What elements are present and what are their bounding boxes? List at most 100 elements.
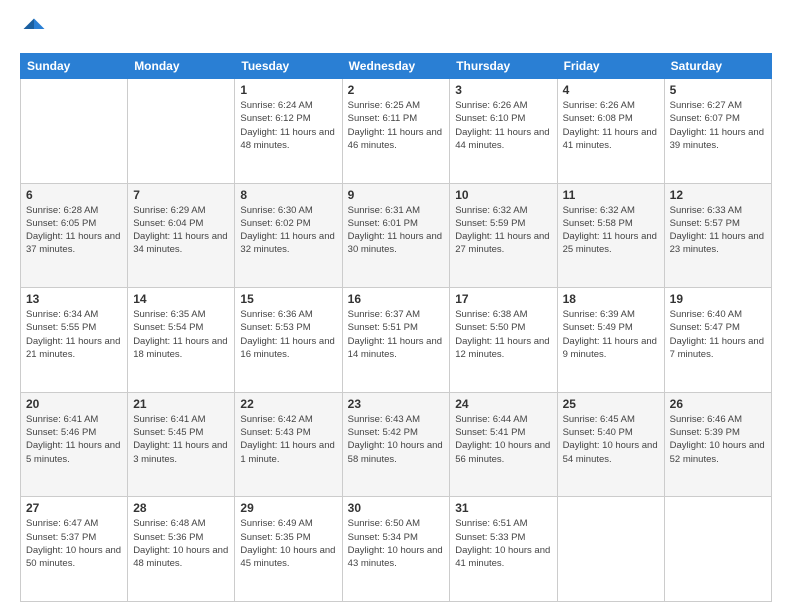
day-number: 5	[670, 83, 766, 97]
day-info: Sunrise: 6:30 AM Sunset: 6:02 PM Dayligh…	[240, 204, 336, 257]
calendar-cell: 24Sunrise: 6:44 AM Sunset: 5:41 PM Dayli…	[450, 392, 557, 497]
calendar-cell: 8 Sunrise: 6:30 AM Sunset: 6:02 PM Daylig…	[235, 183, 342, 288]
day-number: 8	[240, 188, 336, 202]
day-number: 17	[455, 292, 551, 306]
calendar-cell: 9Sunrise: 6:31 AM Sunset: 6:01 PM Daylig…	[342, 183, 450, 288]
day-info: Sunrise: 6:50 AM Sunset: 5:34 PM Dayligh…	[348, 517, 445, 570]
day-info: Sunrise: 6:38 AM Sunset: 5:50 PM Dayligh…	[455, 308, 551, 361]
day-number: 3	[455, 83, 551, 97]
day-number: 30	[348, 501, 445, 515]
calendar-cell	[664, 497, 771, 602]
day-number: 15	[240, 292, 336, 306]
day-info: Sunrise: 6:25 AM Sunset: 6:11 PM Dayligh…	[348, 99, 445, 152]
day-info: Sunrise: 6:42 AM Sunset: 5:43 PM Dayligh…	[240, 413, 336, 466]
calendar-cell: 18 Sunrise: 6:39 AM Sunset: 5:49 PM Dayli…	[557, 288, 664, 393]
day-header-thursday: Thursday	[450, 54, 557, 79]
calendar-cell: 7 Sunrise: 6:29 AM Sunset: 6:04 PM Daylig…	[128, 183, 235, 288]
day-header-saturday: Saturday	[664, 54, 771, 79]
calendar-cell: 2 Sunrise: 6:25 AM Sunset: 6:11 PM Daylig…	[342, 79, 450, 184]
header	[20, 15, 772, 43]
day-number: 16	[348, 292, 445, 306]
day-info: Sunrise: 6:37 AM Sunset: 5:51 PM Dayligh…	[348, 308, 445, 361]
calendar-week-row: 6 Sunrise: 6:28 AM Sunset: 6:05 PM Daylig…	[21, 183, 772, 288]
day-header-tuesday: Tuesday	[235, 54, 342, 79]
calendar-cell: 5 Sunrise: 6:27 AM Sunset: 6:07 PM Daylig…	[664, 79, 771, 184]
calendar-cell	[557, 497, 664, 602]
day-info: Sunrise: 6:51 AM Sunset: 5:33 PM Dayligh…	[455, 517, 551, 570]
calendar-cell: 19Sunrise: 6:40 AM Sunset: 5:47 PM Dayli…	[664, 288, 771, 393]
day-info: Sunrise: 6:24 AM Sunset: 6:12 PM Dayligh…	[240, 99, 336, 152]
calendar-week-row: 20Sunrise: 6:41 AM Sunset: 5:46 PM Dayli…	[21, 392, 772, 497]
calendar-week-row: 13Sunrise: 6:34 AM Sunset: 5:55 PM Dayli…	[21, 288, 772, 393]
day-number: 14	[133, 292, 229, 306]
calendar-cell: 29 Sunrise: 6:49 AM Sunset: 5:35 PM Dayli…	[235, 497, 342, 602]
page: SundayMondayTuesdayWednesdayThursdayFrid…	[0, 0, 792, 612]
calendar-cell	[21, 79, 128, 184]
day-header-monday: Monday	[128, 54, 235, 79]
calendar-cell: 26 Sunrise: 6:46 AM Sunset: 5:39 PM Dayli…	[664, 392, 771, 497]
calendar-cell: 6 Sunrise: 6:28 AM Sunset: 6:05 PM Daylig…	[21, 183, 128, 288]
calendar-header-row: SundayMondayTuesdayWednesdayThursdayFrid…	[21, 54, 772, 79]
day-header-friday: Friday	[557, 54, 664, 79]
day-number: 28	[133, 501, 229, 515]
calendar-cell: 28Sunrise: 6:48 AM Sunset: 5:36 PM Dayli…	[128, 497, 235, 602]
calendar-table: SundayMondayTuesdayWednesdayThursdayFrid…	[20, 53, 772, 602]
day-info: Sunrise: 6:26 AM Sunset: 6:10 PM Dayligh…	[455, 99, 551, 152]
day-number: 4	[563, 83, 659, 97]
day-number: 31	[455, 501, 551, 515]
day-number: 11	[563, 188, 659, 202]
day-info: Sunrise: 6:34 AM Sunset: 5:55 PM Dayligh…	[26, 308, 122, 361]
day-number: 19	[670, 292, 766, 306]
day-info: Sunrise: 6:47 AM Sunset: 5:37 PM Dayligh…	[26, 517, 122, 570]
day-info: Sunrise: 6:26 AM Sunset: 6:08 PM Dayligh…	[563, 99, 659, 152]
day-info: Sunrise: 6:32 AM Sunset: 5:59 PM Dayligh…	[455, 204, 551, 257]
calendar-cell: 21 Sunrise: 6:41 AM Sunset: 5:45 PM Dayli…	[128, 392, 235, 497]
day-info: Sunrise: 6:31 AM Sunset: 6:01 PM Dayligh…	[348, 204, 445, 257]
day-info: Sunrise: 6:29 AM Sunset: 6:04 PM Dayligh…	[133, 204, 229, 257]
day-number: 25	[563, 397, 659, 411]
calendar-cell: 14Sunrise: 6:35 AM Sunset: 5:54 PM Dayli…	[128, 288, 235, 393]
calendar-cell: 31 Sunrise: 6:51 AM Sunset: 5:33 PM Dayli…	[450, 497, 557, 602]
day-number: 29	[240, 501, 336, 515]
day-number: 2	[348, 83, 445, 97]
day-number: 27	[26, 501, 122, 515]
calendar-cell: 16 Sunrise: 6:37 AM Sunset: 5:51 PM Dayli…	[342, 288, 450, 393]
calendar-cell: 23Sunrise: 6:43 AM Sunset: 5:42 PM Dayli…	[342, 392, 450, 497]
calendar-cell: 20Sunrise: 6:41 AM Sunset: 5:46 PM Dayli…	[21, 392, 128, 497]
day-number: 6	[26, 188, 122, 202]
day-number: 23	[348, 397, 445, 411]
day-info: Sunrise: 6:39 AM Sunset: 5:49 PM Dayligh…	[563, 308, 659, 361]
calendar-cell: 22 Sunrise: 6:42 AM Sunset: 5:43 PM Dayli…	[235, 392, 342, 497]
day-number: 20	[26, 397, 122, 411]
calendar-cell: 13Sunrise: 6:34 AM Sunset: 5:55 PM Dayli…	[21, 288, 128, 393]
day-number: 7	[133, 188, 229, 202]
day-info: Sunrise: 6:45 AM Sunset: 5:40 PM Dayligh…	[563, 413, 659, 466]
calendar-cell: 27 Sunrise: 6:47 AM Sunset: 5:37 PM Dayli…	[21, 497, 128, 602]
day-info: Sunrise: 6:44 AM Sunset: 5:41 PM Dayligh…	[455, 413, 551, 466]
day-info: Sunrise: 6:27 AM Sunset: 6:07 PM Dayligh…	[670, 99, 766, 152]
calendar-cell: 30 Sunrise: 6:50 AM Sunset: 5:34 PM Dayli…	[342, 497, 450, 602]
day-number: 21	[133, 397, 229, 411]
day-info: Sunrise: 6:46 AM Sunset: 5:39 PM Dayligh…	[670, 413, 766, 466]
calendar-week-row: 1Sunrise: 6:24 AM Sunset: 6:12 PM Daylig…	[21, 79, 772, 184]
day-header-wednesday: Wednesday	[342, 54, 450, 79]
day-info: Sunrise: 6:49 AM Sunset: 5:35 PM Dayligh…	[240, 517, 336, 570]
calendar-cell: 12Sunrise: 6:33 AM Sunset: 5:57 PM Dayli…	[664, 183, 771, 288]
day-info: Sunrise: 6:32 AM Sunset: 5:58 PM Dayligh…	[563, 204, 659, 257]
day-number: 12	[670, 188, 766, 202]
day-info: Sunrise: 6:36 AM Sunset: 5:53 PM Dayligh…	[240, 308, 336, 361]
day-info: Sunrise: 6:41 AM Sunset: 5:45 PM Dayligh…	[133, 413, 229, 466]
day-number: 26	[670, 397, 766, 411]
day-number: 18	[563, 292, 659, 306]
logo-icon	[20, 15, 48, 43]
calendar-cell: 15 Sunrise: 6:36 AM Sunset: 5:53 PM Dayli…	[235, 288, 342, 393]
calendar-cell: 1Sunrise: 6:24 AM Sunset: 6:12 PM Daylig…	[235, 79, 342, 184]
day-info: Sunrise: 6:28 AM Sunset: 6:05 PM Dayligh…	[26, 204, 122, 257]
calendar-week-row: 27 Sunrise: 6:47 AM Sunset: 5:37 PM Dayli…	[21, 497, 772, 602]
day-header-sunday: Sunday	[21, 54, 128, 79]
calendar-cell: 17 Sunrise: 6:38 AM Sunset: 5:50 PM Dayli…	[450, 288, 557, 393]
calendar-cell: 3 Sunrise: 6:26 AM Sunset: 6:10 PM Daylig…	[450, 79, 557, 184]
day-number: 22	[240, 397, 336, 411]
day-number: 10	[455, 188, 551, 202]
logo	[20, 15, 52, 43]
